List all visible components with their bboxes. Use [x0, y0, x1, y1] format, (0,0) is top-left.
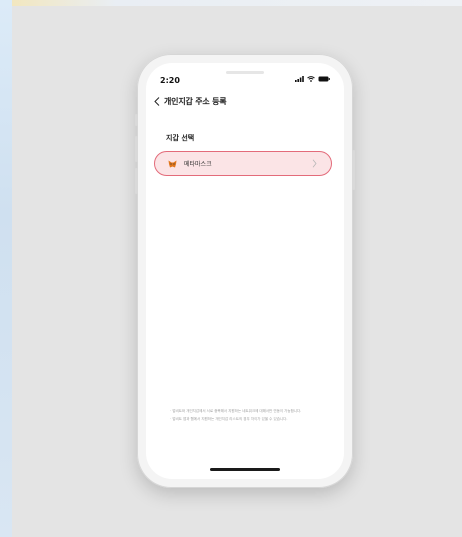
wallet-option-label: 메타마스크	[184, 161, 212, 168]
phone-side-button	[135, 114, 138, 126]
notice-item: · 업비트 앱과 웹에서 지원하는 개인지갑 리스트의 경우 차이가 있을 수 …	[170, 417, 288, 421]
signal-icon	[295, 76, 304, 82]
notice-list: · 업비트와 개인지갑에서 서로 중복해서 지원하는 네트워크에 대해서만 연동…	[170, 408, 330, 424]
phone-volume-up	[135, 136, 138, 162]
back-chevron-icon[interactable]	[154, 97, 160, 106]
status-icons	[295, 76, 330, 82]
page-title: 개인지갑 주소 등록	[164, 97, 227, 106]
phone-screen: 2:20 개인지갑 주소 등록 지갑 선택 메타마스크 · 업비트와 개인지갑에…	[146, 63, 344, 479]
wifi-icon	[307, 76, 315, 82]
phone-volume-down	[135, 168, 138, 194]
section-title-wallet-select: 지갑 선택	[166, 134, 195, 142]
phone-frame: 2:20 개인지갑 주소 등록 지갑 선택 메타마스크 · 업비트와 개인지갑에…	[135, 54, 355, 488]
wallet-option-metamask[interactable]: 메타마스크	[154, 151, 332, 176]
notice-item: · 업비트와 개인지갑에서 서로 중복해서 지원하는 네트워크에 대해서만 연동…	[170, 409, 302, 413]
home-indicator[interactable]	[210, 468, 280, 471]
status-time: 2:20	[160, 76, 180, 85]
metamask-fox-icon	[167, 159, 177, 169]
phone-power-button	[352, 150, 355, 190]
chevron-right-icon	[312, 159, 317, 168]
battery-icon	[318, 76, 330, 82]
nav-bar: 개인지갑 주소 등록	[154, 96, 227, 107]
background-left-strip	[0, 0, 12, 537]
screenshot-stage: 2:20 개인지갑 주소 등록 지갑 선택 메타마스크 · 업비트와 개인지갑에…	[0, 0, 462, 537]
speaker-notch	[226, 71, 264, 74]
background-top-strip	[0, 0, 462, 6]
